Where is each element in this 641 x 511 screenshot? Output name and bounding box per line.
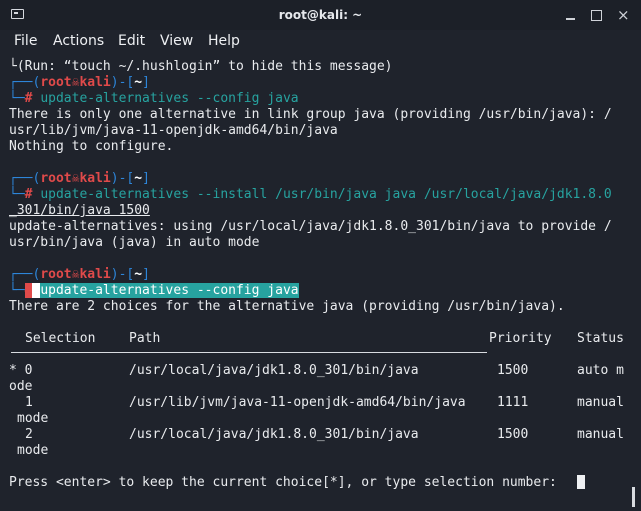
command-line-wrap: _301/bin/java 1500 bbox=[9, 203, 150, 218]
row-priority: 1500 bbox=[497, 363, 529, 378]
row-path: /usr/local/java/jdk1.8.0_301/bin/java bbox=[129, 427, 419, 442]
output-line: There is only one alternative in link gr… bbox=[9, 107, 612, 122]
menu-help[interactable]: Help bbox=[208, 33, 240, 49]
output-line: usr/lib/jvm/java-11-openjdk-amd64/bin/ja… bbox=[9, 123, 338, 138]
header-path: Path bbox=[129, 331, 161, 346]
window-title: root@kali: ~ bbox=[278, 8, 363, 22]
terminal-window: root@kali: ~ × File Actions Edit View He… bbox=[0, 0, 641, 511]
menu-actions[interactable]: Actions bbox=[53, 33, 104, 49]
row-selection: * 0 bbox=[9, 363, 33, 378]
row-selection: 1 bbox=[25, 395, 33, 410]
text-cursor[interactable] bbox=[577, 475, 585, 489]
terminal-output[interactable]: └(Run: “touch ~/.hushlogin” to hide this… bbox=[0, 56, 630, 511]
output-line: Nothing to configure. bbox=[9, 139, 174, 154]
title-bar: root@kali: ~ × bbox=[0, 0, 641, 30]
output-line: usr/bin/java (java) in auto mode bbox=[9, 235, 260, 250]
header-status: Status bbox=[577, 331, 624, 346]
row-status-wrap: ode bbox=[9, 379, 33, 394]
row-status-wrap: mode bbox=[17, 443, 49, 458]
row-selection: 2 bbox=[25, 427, 33, 442]
row-priority: 1111 bbox=[497, 395, 529, 410]
row-priority: 1500 bbox=[497, 427, 529, 442]
row-status: manual bbox=[577, 395, 624, 410]
output-line: update-alternatives: using /usr/local/ja… bbox=[9, 219, 612, 234]
output-line: There are 2 choices for the alternative … bbox=[9, 299, 565, 314]
header-priority: Priority bbox=[489, 331, 552, 346]
command-line-selected: └─# update-alternatives --config java bbox=[9, 283, 299, 298]
scrollbar[interactable] bbox=[632, 487, 635, 507]
command-line: └─# update-alternatives --install /usr/b… bbox=[9, 187, 612, 202]
minimize-icon[interactable] bbox=[565, 10, 576, 21]
prompt-header: ┌──(root☠kali)-[~] bbox=[9, 171, 150, 186]
prompt-header: ┌──(root☠kali)-[~] bbox=[9, 267, 150, 282]
close-icon[interactable]: × bbox=[617, 8, 630, 23]
row-path: /usr/lib/jvm/java-11-openjdk-amd64/bin/j… bbox=[129, 395, 466, 410]
menu-file[interactable]: File bbox=[14, 33, 37, 49]
menu-bar: File Actions Edit View Help bbox=[0, 30, 641, 54]
row-path: /usr/local/java/jdk1.8.0_301/bin/java bbox=[129, 363, 419, 378]
row-status: manual bbox=[577, 427, 624, 442]
table-divider bbox=[11, 352, 487, 353]
command-line: └─# update-alternatives --config java bbox=[9, 91, 299, 106]
menu-edit[interactable]: Edit bbox=[118, 33, 145, 49]
header-selection: Selection bbox=[25, 331, 96, 346]
maximize-icon[interactable] bbox=[591, 10, 602, 21]
prompt-header: ┌──(root☠kali)-[~] bbox=[9, 75, 150, 90]
selection-prompt: Press <enter> to keep the current choice… bbox=[9, 475, 565, 490]
menu-view[interactable]: View bbox=[160, 33, 193, 49]
row-status-wrap: mode bbox=[17, 411, 49, 426]
row-status: auto m bbox=[577, 363, 624, 378]
hushlogin-line: └(Run: “touch ~/.hushlogin” to hide this… bbox=[9, 59, 393, 74]
